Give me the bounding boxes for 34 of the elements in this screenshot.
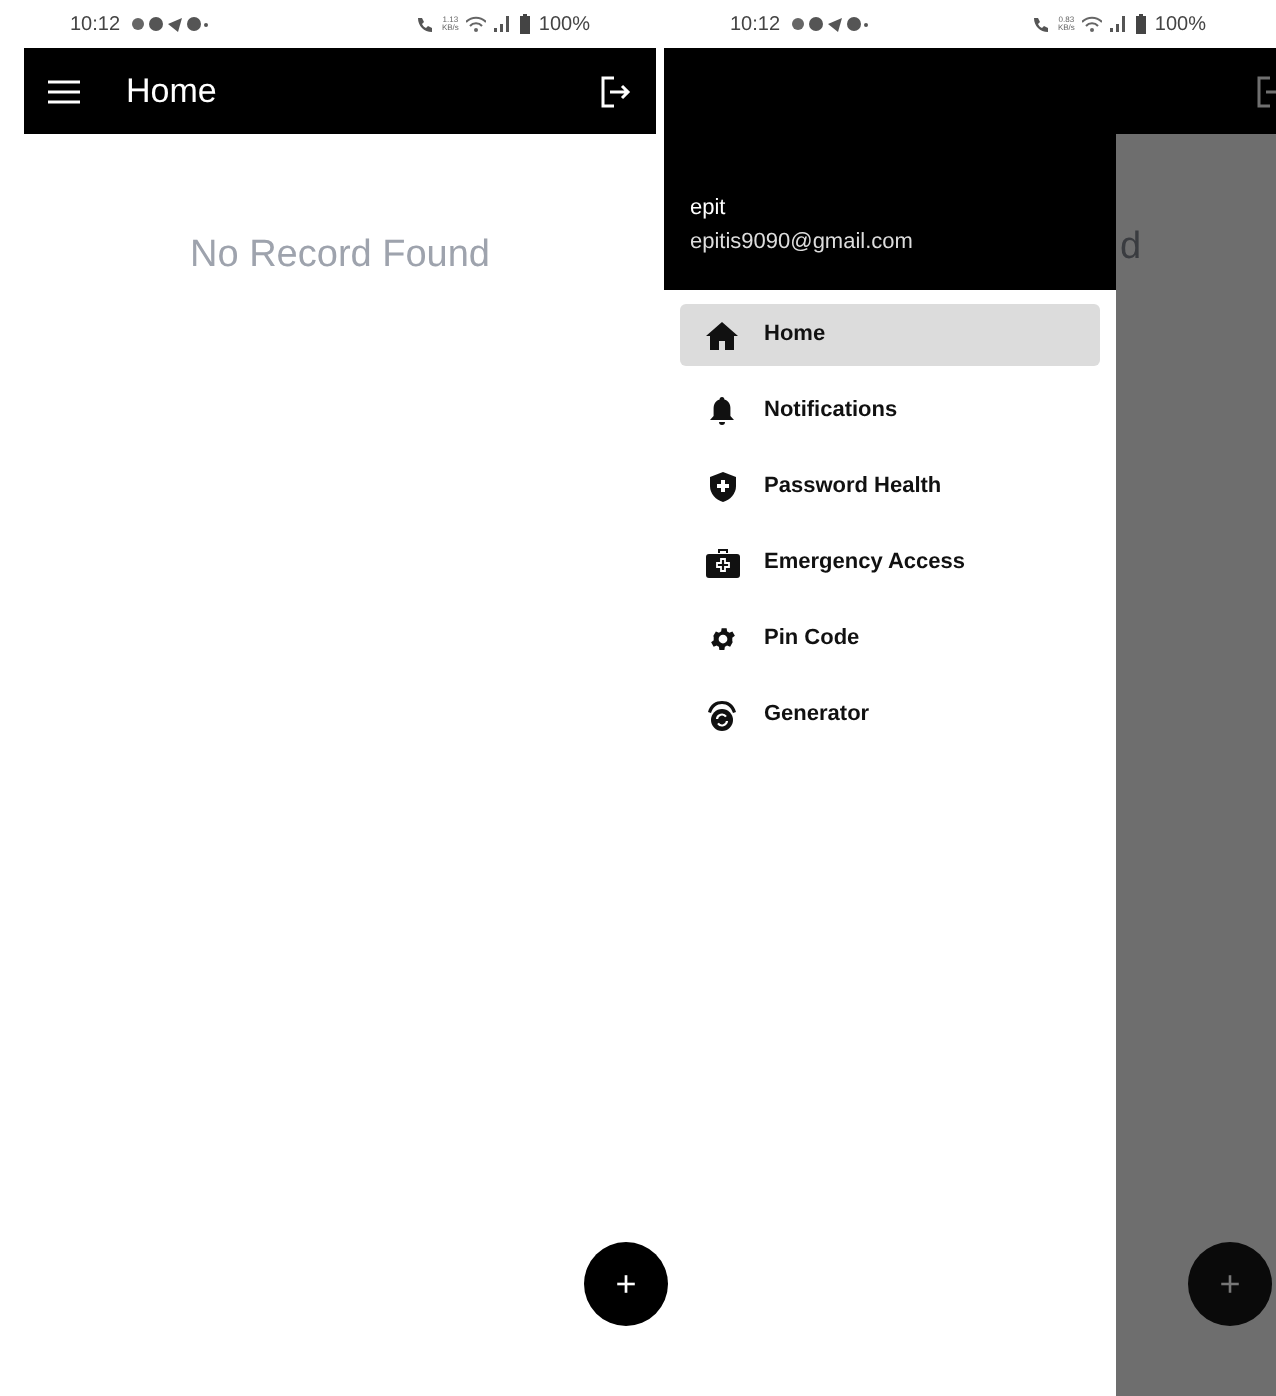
bell-icon xyxy=(710,396,734,426)
empty-message: No Record Found xyxy=(190,232,490,280)
gear-icon xyxy=(707,624,737,654)
wifi-icon xyxy=(1082,16,1103,32)
drawer-item[interactable]: Pin Code xyxy=(680,608,1100,670)
signal-icon xyxy=(494,16,513,32)
drawer-item[interactable]: Emergency Access xyxy=(680,532,1100,594)
home-icon xyxy=(706,321,738,349)
call-icon xyxy=(1031,15,1050,33)
battery-level: 100% xyxy=(538,11,590,39)
battery-icon xyxy=(1136,14,1147,34)
call-icon xyxy=(415,15,434,33)
logout-icon[interactable] xyxy=(600,75,632,107)
menu-icon[interactable] xyxy=(48,79,80,103)
drawer-item[interactable]: Generator xyxy=(680,684,1100,746)
shield-icon xyxy=(709,472,735,502)
battery-level: 100% xyxy=(1154,11,1206,39)
drawer-item[interactable]: Password Health xyxy=(680,456,1100,518)
user-email: epitis9090@gmail.com xyxy=(690,227,915,257)
app-bar-title: Home xyxy=(126,69,219,114)
status-time: 10:12 xyxy=(70,11,121,39)
battery-icon xyxy=(520,14,531,34)
spinner-dome-icon xyxy=(706,699,738,731)
drawer-item[interactable]: Home xyxy=(680,304,1100,366)
wifi-icon xyxy=(466,16,487,32)
add-button[interactable]: + xyxy=(1188,1242,1272,1326)
status-time: 10:12 xyxy=(730,11,781,39)
add-button[interactable]: + xyxy=(584,1242,668,1326)
signal-icon xyxy=(1110,16,1129,32)
notification-icons xyxy=(130,16,211,32)
drawer-item[interactable]: Notifications xyxy=(680,380,1100,442)
notification-icons xyxy=(790,16,871,32)
user-name: epit xyxy=(690,194,728,224)
first-aid-kit-icon xyxy=(705,548,739,578)
